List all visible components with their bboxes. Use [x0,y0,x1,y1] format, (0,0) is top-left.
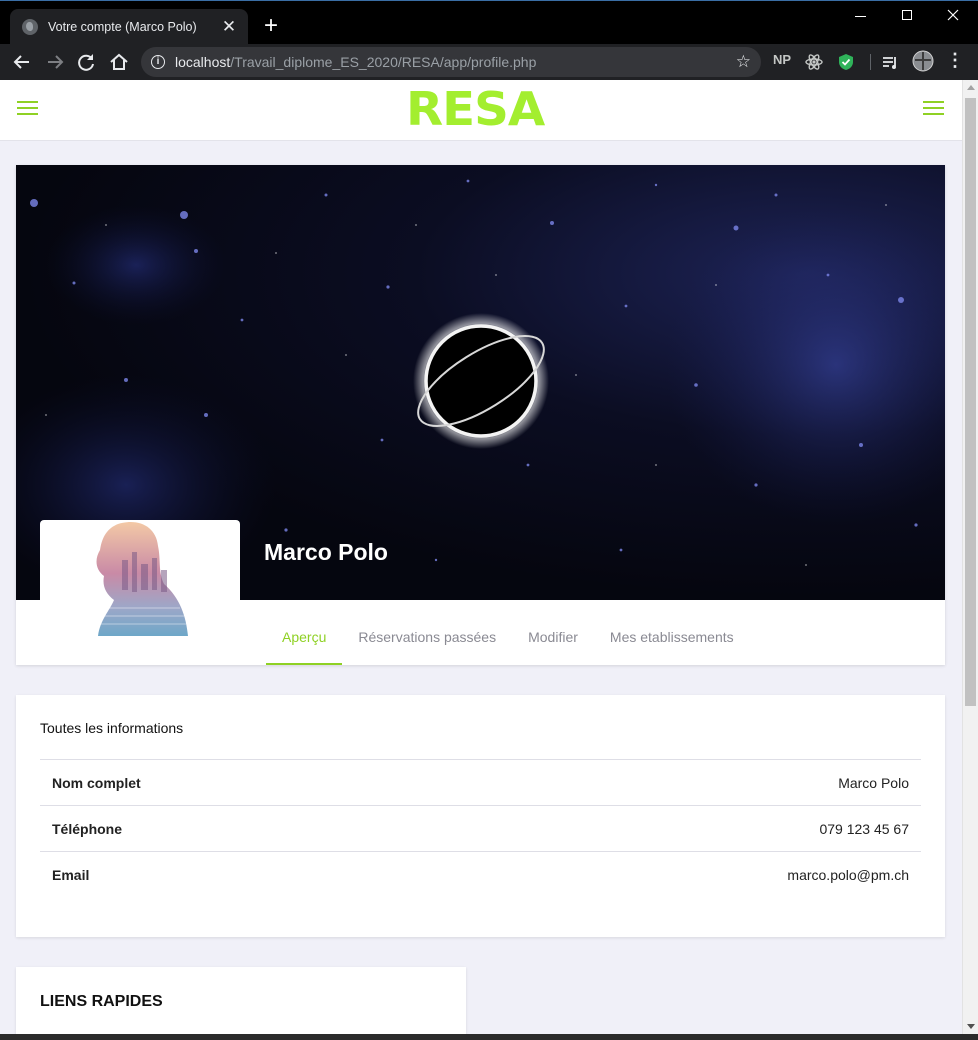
info-title: Toutes les informations [40,720,184,736]
forward-button[interactable] [42,50,68,74]
forward-arrow-icon [48,55,64,69]
page-scrollbar[interactable] [962,80,978,1034]
reload-button[interactable] [74,50,100,74]
media-control-button[interactable] [880,52,900,72]
left-menu-icon[interactable] [17,101,38,117]
tab-apercu[interactable]: Aperçu [266,600,343,665]
row-value: Marco Polo [838,774,909,791]
playlist-icon [883,57,896,69]
back-button[interactable] [10,50,36,74]
site-info-icon[interactable]: i [151,55,165,69]
home-icon [110,53,128,70]
browser-tab[interactable]: Votre compte (Marco Polo) ✕ [10,9,248,45]
extension-np[interactable]: NP [773,52,791,72]
avatar-image [96,522,188,636]
globe-icon [22,19,38,35]
browser-toolbar: i localhost/Travail_diplome_ES_2020/RESA… [0,44,978,80]
address-bar[interactable]: i localhost/Travail_diplome_ES_2020/RESA… [141,47,761,77]
profile-tabs: Aperçu Réservations passées Modifier Mes… [266,600,750,665]
window-bottom-edge [0,1034,978,1040]
profile-avatar [40,520,240,636]
close-icon [947,9,959,21]
quick-links-title: LIENS RAPIDES [40,993,163,1010]
bookmark-star-icon[interactable]: ☆ [736,52,751,72]
scroll-up-icon[interactable] [967,85,975,90]
table-row: Nom complet Marco Polo [40,759,921,805]
minimize-icon [855,16,866,17]
profile-avatar-button[interactable] [912,50,934,72]
scrollbar-thumb[interactable] [965,98,976,706]
scroll-down-icon[interactable] [967,1024,975,1029]
more-menu-icon[interactable]: ⋮ [946,50,964,70]
back-arrow-icon [13,55,29,69]
site-header: RESA [0,80,962,141]
url-text[interactable]: localhost/Travail_diplome_ES_2020/RESA/a… [175,54,536,70]
info-card: Toutes les informations Nom complet Marc… [16,695,945,937]
tab-modifier[interactable]: Modifier [512,600,594,665]
row-label: Téléphone [52,820,123,837]
react-devtools-icon[interactable] [804,52,824,72]
url-host: localhost [175,54,231,70]
info-table: Nom complet Marco Polo Téléphone 079 123… [40,759,921,897]
tab-mes-etablissements[interactable]: Mes etablissements [594,600,750,665]
maximize-icon [902,10,912,20]
site-logo[interactable]: RESA [406,85,545,133]
new-tab-button[interactable]: + [258,13,284,39]
avatar-icon [912,50,934,72]
right-menu-icon[interactable] [923,101,944,117]
atom-icon [805,54,823,70]
toolbar-divider [870,54,871,70]
tab-reservations-passees[interactable]: Réservations passées [342,600,512,665]
profile-name: Marco Polo [264,539,388,565]
minimize-button[interactable] [838,5,884,27]
url-path: /Travail_diplome_ES_2020/RESA/app/profil… [230,54,537,70]
shield-extension[interactable] [836,52,856,72]
table-row: Email marco.polo@pm.ch [40,851,921,897]
row-label: Email [52,866,90,883]
page-viewport: RESA Marco Polo Aperçu Réservations pass… [0,80,962,1034]
tab-title: Votre compte (Marco Polo) [48,20,197,34]
home-button[interactable] [106,50,132,74]
quick-links-card: LIENS RAPIDES [16,967,466,1034]
maximize-button[interactable] [884,5,930,27]
row-value: marco.polo@pm.ch [787,866,909,883]
row-label: Nom complet [52,774,141,791]
table-row: Téléphone 079 123 45 67 [40,805,921,851]
shield-icon [839,54,853,70]
tab-close-icon[interactable]: ✕ [220,17,238,37]
profile-card: Marco Polo Aperçu Réservations passées M… [16,165,945,665]
reload-icon [78,54,94,71]
browser-tab-strip: Votre compte (Marco Polo) ✕ + [0,0,978,45]
row-value: 079 123 45 67 [819,820,909,837]
close-window-button[interactable] [930,5,976,27]
